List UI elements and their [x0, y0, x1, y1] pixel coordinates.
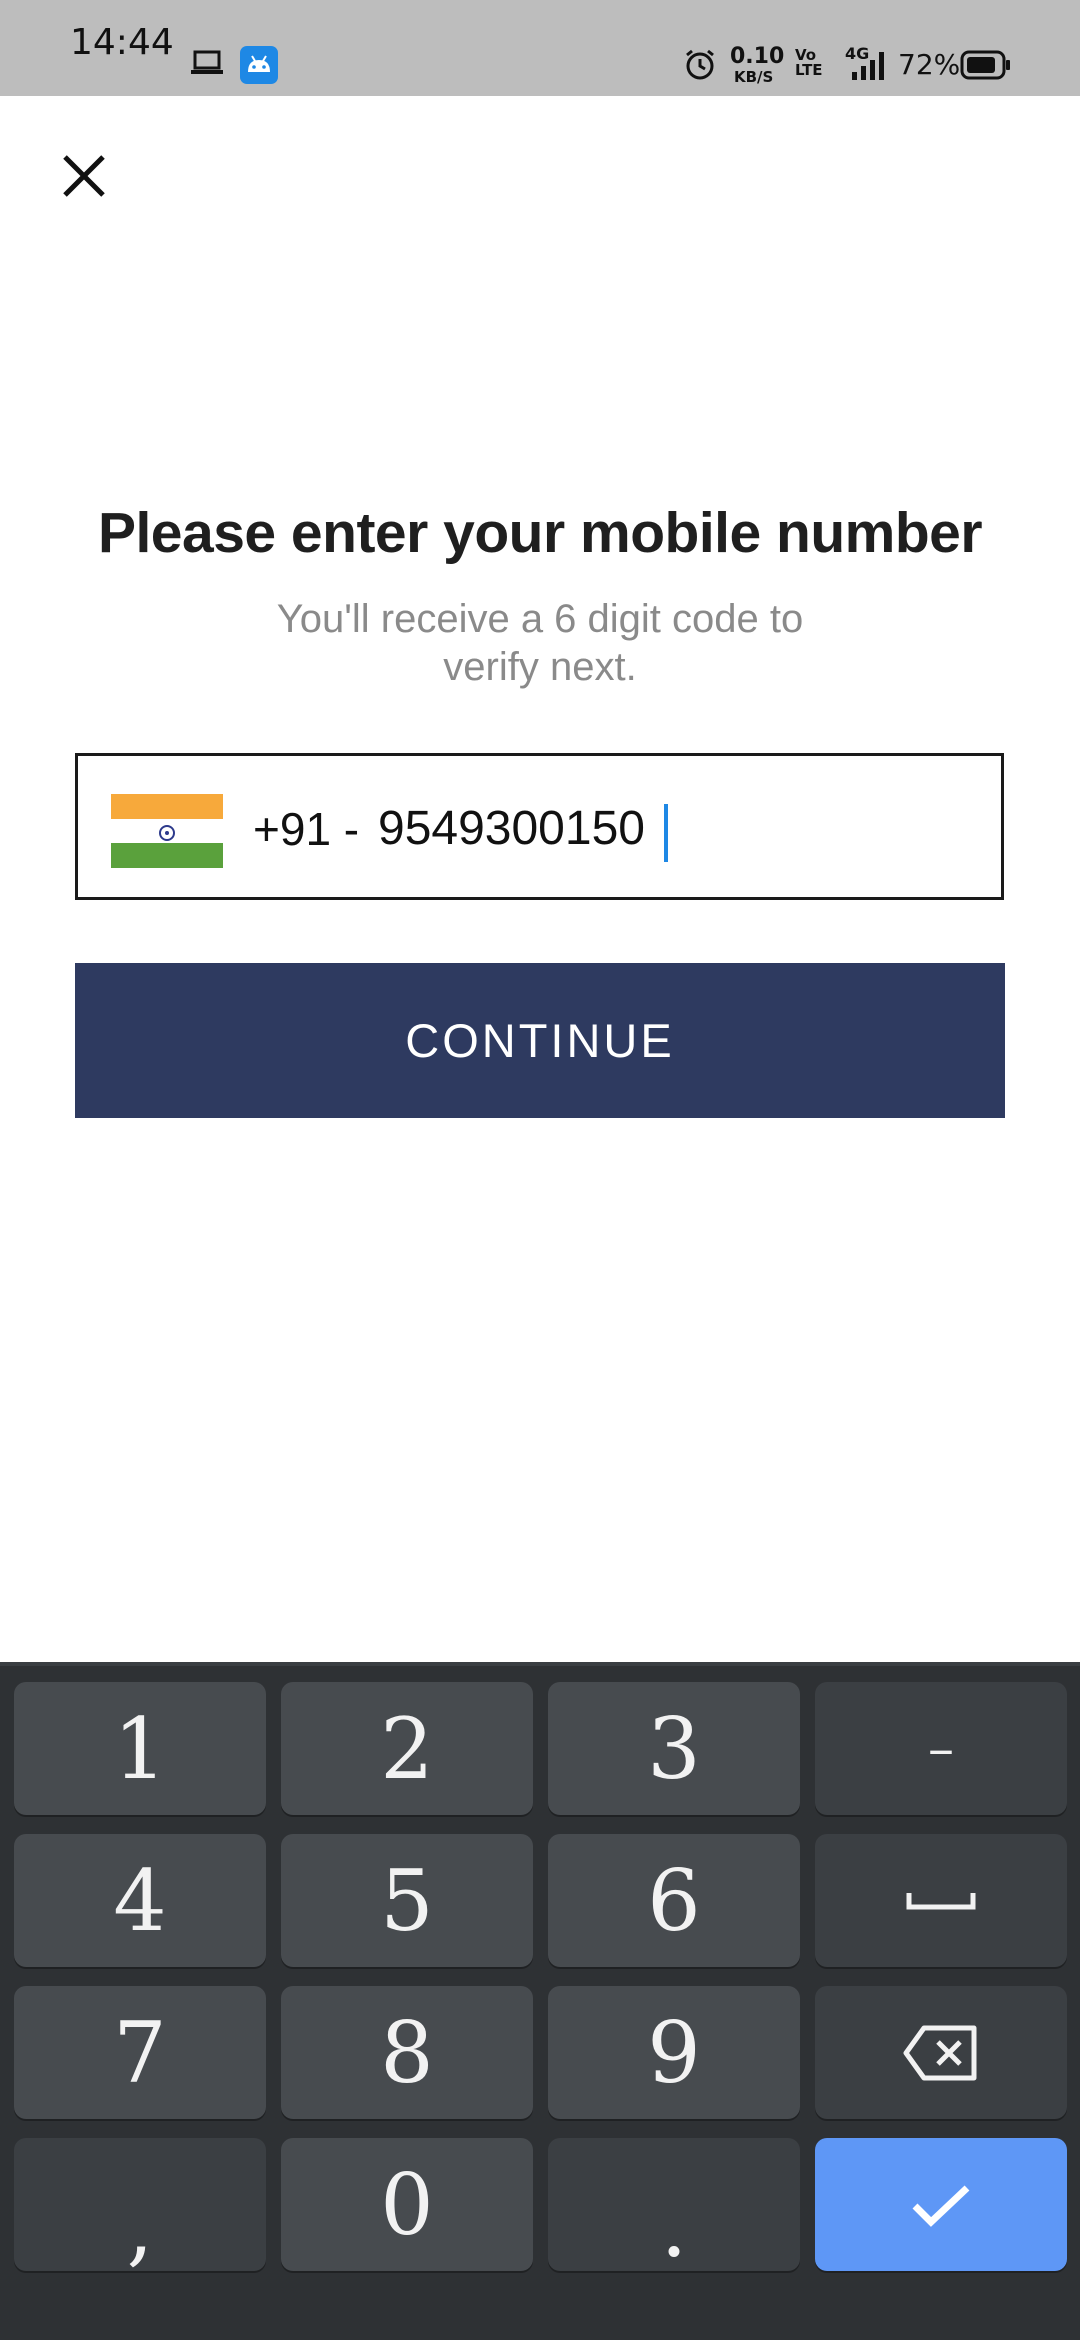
- status-time: 14:44: [70, 22, 174, 63]
- alarm-icon: [683, 48, 717, 87]
- net-speed-unit: KB/S: [734, 68, 774, 86]
- key-4[interactable]: 4: [14, 1834, 266, 1967]
- status-bar: 14:44 0.10 KB/S Vo LTE 4G 72%: [0, 0, 1080, 96]
- close-icon: [63, 155, 105, 197]
- key-done[interactable]: [815, 2138, 1067, 2271]
- phone-number-field[interactable]: +91 -: [75, 753, 1004, 900]
- check-icon: [912, 2184, 970, 2227]
- key-9[interactable]: 9: [548, 1986, 800, 2119]
- signal-icon: [850, 50, 892, 87]
- continue-button[interactable]: CONTINUE: [75, 963, 1005, 1118]
- battery-icon: [960, 50, 1012, 85]
- key-backspace[interactable]: [815, 1986, 1067, 2119]
- page-subtitle: You'll receive a 6 digit code to verify …: [276, 597, 804, 689]
- key-6[interactable]: 6: [548, 1834, 800, 1967]
- key-2[interactable]: 2: [281, 1682, 533, 1815]
- battery-percent: 72%: [898, 48, 961, 81]
- phone-verification-screen: 14:44 0.10 KB/S Vo LTE 4G 72% Please ent…: [0, 0, 1080, 2340]
- key-dash[interactable]: –: [815, 1682, 1067, 1815]
- close-button[interactable]: [48, 140, 120, 212]
- key-1[interactable]: 1: [14, 1682, 266, 1815]
- phone-number-input[interactable]: [378, 796, 938, 860]
- key-3[interactable]: 3: [548, 1682, 800, 1815]
- volte-indicator: Vo LTE: [795, 46, 823, 79]
- laptop-icon: [190, 50, 224, 81]
- key-8[interactable]: 8: [281, 1986, 533, 2119]
- numeric-keyboard: 1 2 3 – 4 5 6 7 8 9 , 0 .: [0, 1662, 1080, 2340]
- key-0[interactable]: 0: [281, 2138, 533, 2271]
- net-speed-value: 0.10: [730, 44, 785, 69]
- key-5[interactable]: 5: [281, 1834, 533, 1967]
- key-7[interactable]: 7: [14, 1986, 266, 2119]
- key-period[interactable]: .: [548, 2138, 800, 2276]
- text-caret: [664, 804, 668, 862]
- page-title: Please enter your mobile number: [97, 501, 983, 565]
- android-icon: [240, 46, 278, 89]
- space-icon: [906, 1892, 976, 1909]
- keyboard-divider: [0, 1662, 1080, 1666]
- key-comma[interactable]: ,: [14, 2138, 266, 2276]
- key-space[interactable]: [815, 1834, 1067, 1967]
- india-flag-icon[interactable]: [111, 794, 223, 868]
- backspace-icon: [903, 2025, 977, 2080]
- country-code: +91 -: [253, 803, 372, 855]
